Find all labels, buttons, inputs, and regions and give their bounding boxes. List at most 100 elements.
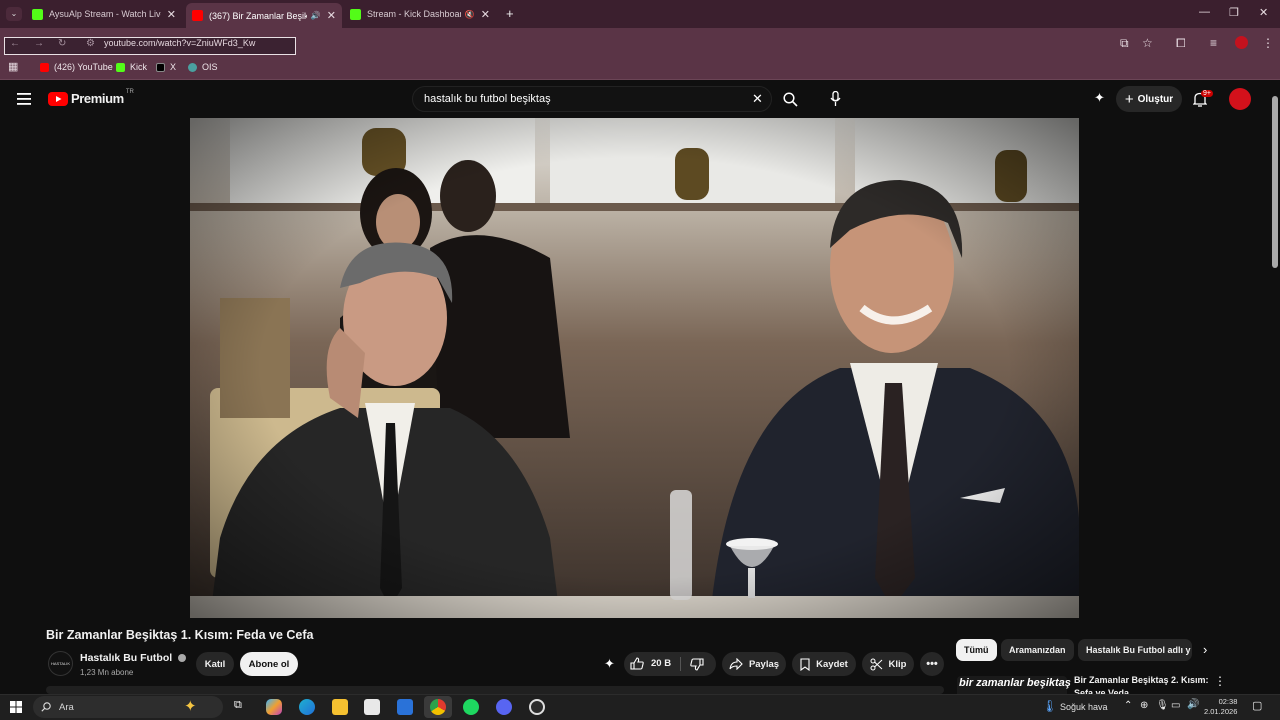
chip-from-channel[interactable]: Hastalık Bu Futbol adlı y [1078, 639, 1192, 661]
country-code: TR [125, 88, 134, 95]
join-button[interactable]: Katıl [196, 652, 234, 676]
minimize-icon[interactable]: — [1199, 6, 1210, 18]
weather-text[interactable]: Soğuk hava [1060, 702, 1108, 712]
close-icon[interactable]: ✕ [327, 9, 336, 22]
extensions-icon[interactable]: ⧠ [1176, 36, 1186, 51]
bookmark-kick[interactable]: Kick [116, 62, 147, 72]
install-app-icon[interactable]: ⧉ [1120, 36, 1129, 51]
scrollbar-thumb[interactable] [1272, 96, 1278, 268]
speaker-icon[interactable]: 🔊 [311, 11, 321, 20]
back-icon[interactable]: ← [10, 38, 20, 49]
like-button[interactable]: 20 B [630, 657, 671, 670]
chip-label: Aramanızdan [1009, 645, 1066, 655]
video-player[interactable] [190, 118, 1079, 618]
subscribe-button[interactable]: Abone ol [240, 652, 298, 676]
clip-label: Klip [888, 658, 907, 670]
description-box[interactable] [46, 686, 944, 694]
create-button[interactable]: + Oluştur [1116, 86, 1182, 112]
share-icon [729, 658, 743, 670]
bookmark-youtube[interactable]: (426) YouTube [40, 62, 113, 72]
like-dislike-divider [680, 657, 681, 671]
chip-label: Tümü [964, 645, 989, 655]
chip-from-search[interactable]: Aramanızdan [1001, 639, 1074, 661]
close-window-icon[interactable]: ✕ [1259, 6, 1268, 19]
volume-icon[interactable]: 🔊 [1187, 699, 1199, 710]
bookmark-label: X [170, 62, 177, 72]
restore-icon[interactable]: ❐ [1229, 6, 1239, 19]
thumbs-down-icon[interactable] [690, 658, 704, 671]
bookmark-x[interactable]: X [156, 62, 176, 72]
thumbnail-text: bir zamanlar beşiktaş [959, 677, 1071, 689]
verified-icon [178, 654, 187, 662]
store-icon[interactable] [364, 699, 380, 715]
clip-button[interactable]: Klip [862, 652, 914, 676]
channel-name[interactable]: Hastalık Bu Futbol [80, 652, 187, 664]
browser-tab-kick-dashboard[interactable]: Stream - Kick Dashboard 🔇 ✕ [344, 3, 496, 25]
tab-title: (367) Bir Zamanlar Beşiktaş [209, 10, 307, 21]
clear-search-icon[interactable]: ✕ [752, 91, 763, 107]
forward-icon[interactable]: → [34, 38, 44, 49]
copilot-icon[interactable] [266, 699, 282, 715]
tray-app-icon[interactable]: ⊕ [1140, 700, 1148, 711]
network-icon[interactable]: ▭ [1171, 700, 1180, 711]
logo-text: Premium [71, 91, 124, 106]
scissors-icon [870, 658, 882, 670]
join-label: Katıl [204, 658, 226, 670]
youtube-icon [40, 62, 49, 72]
bookmark-ois[interactable]: OIS [188, 62, 218, 72]
microphone-tray-icon[interactable]: 🎙 [1156, 700, 1169, 711]
channel-avatar[interactable]: HASTALIK [48, 651, 73, 676]
more-horizontal-icon: ••• [926, 658, 938, 670]
search-icon [41, 702, 51, 712]
spotify-icon[interactable] [463, 699, 479, 715]
search-query: hastalık bu futbol beşiktaş [424, 93, 551, 105]
notification-center-icon[interactable]: ▢ [1252, 699, 1262, 712]
tab-title: AysuAlp Stream - Watch Live o [49, 9, 161, 19]
thumbs-up-icon [630, 657, 644, 670]
chip-all[interactable]: Tümü [956, 639, 997, 661]
save-button[interactable]: Kaydet [792, 652, 856, 676]
task-view-icon[interactable]: ⧉ [234, 699, 242, 712]
muted-icon[interactable]: 🔇 [465, 10, 475, 19]
close-icon[interactable]: ✕ [481, 8, 490, 21]
more-vert-icon[interactable]: ⋮ [1214, 674, 1226, 688]
chrome-icon[interactable] [430, 699, 446, 715]
browser-tab-kick-stream[interactable]: AysuAlp Stream - Watch Live o ✕ [26, 3, 182, 25]
system-clock[interactable]: 02:38 2.01.2026 [1204, 697, 1237, 717]
more-actions-button[interactable]: ••• [920, 652, 944, 676]
bookmark-star-icon[interactable]: ☆ [1142, 36, 1153, 50]
reload-icon[interactable]: ↻ [58, 38, 66, 49]
close-icon[interactable]: ✕ [167, 8, 176, 21]
chevron-right-icon[interactable]: › [1203, 642, 1207, 657]
search-highlight-icon: ✦ [184, 698, 197, 715]
tab-title: Stream - Kick Dashboard [367, 9, 461, 19]
discord-icon[interactable] [496, 699, 512, 715]
account-avatar[interactable] [1229, 88, 1251, 110]
tab-search-button[interactable]: ⌄ [6, 7, 22, 21]
tray-overflow-icon[interactable]: ⌃ [1124, 700, 1132, 711]
share-label: Paylaş [748, 658, 780, 670]
site-info-icon[interactable]: ⚙ [86, 38, 95, 49]
file-explorer-icon[interactable] [332, 699, 348, 715]
gemini-ask-icon[interactable]: ✦ [1094, 90, 1105, 106]
microphone-icon[interactable] [830, 91, 841, 107]
apps-grid-icon[interactable]: ▦ [8, 60, 18, 73]
mail-icon[interactable] [397, 699, 413, 715]
profile-icon[interactable] [1235, 36, 1248, 49]
youtube-logo[interactable]: Premium TR [48, 88, 134, 106]
obs-icon[interactable] [529, 699, 545, 715]
globe-icon [188, 62, 197, 72]
new-tab-icon[interactable]: + [506, 6, 514, 21]
url-text: youtube.com/watch?v=ZniuWFd3_Kw [104, 38, 256, 48]
create-label: Oluştur [1137, 93, 1174, 105]
windows-start-icon[interactable] [10, 701, 22, 713]
browser-tab-youtube[interactable]: (367) Bir Zamanlar Beşiktaş 🔊 ✕ [186, 3, 342, 28]
edge-icon[interactable] [299, 699, 315, 715]
share-button[interactable]: Paylaş [722, 652, 786, 676]
search-icon[interactable] [783, 92, 798, 107]
subscriber-count: 1,23 Mn abone [80, 668, 134, 677]
ask-ai-icon[interactable]: ✦ [604, 656, 615, 672]
browser-menu-icon[interactable]: ⋮ [1262, 36, 1274, 50]
media-controls-icon[interactable]: ≡ [1210, 36, 1217, 50]
hamburger-menu-icon[interactable] [17, 93, 31, 105]
